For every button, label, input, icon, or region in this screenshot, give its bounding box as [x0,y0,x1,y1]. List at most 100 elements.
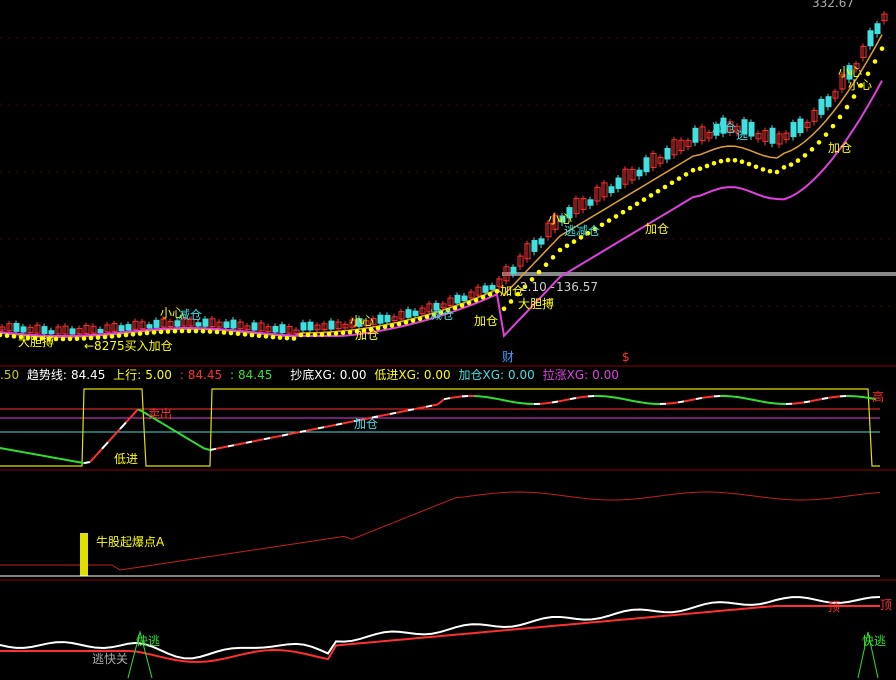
ma-dot [795,158,801,163]
ind-segment [485,396,493,399]
ann-jiacang-1: 加仓 [355,328,380,342]
pane4-white-line [0,596,881,660]
ma-dot [809,147,815,152]
ma-dot [676,176,682,181]
ind-segment [575,396,583,399]
ind-label-jiacang: 加仓 [354,417,379,431]
ind-segment [101,441,109,450]
ma-dot [410,318,416,323]
ind-segment [491,396,499,401]
ma-dot [277,335,283,340]
candle-body [41,326,48,334]
ind-segment [401,409,409,413]
candle-body [377,314,384,324]
candle-body [818,98,825,115]
legend-red-value: 84.45 [187,368,223,382]
ind-segment [449,396,457,400]
ind-segment [5,448,13,452]
legend-xg1-label: 抄底XG: [290,368,336,382]
ann-jiacang-5: 加仓 [500,284,525,298]
ma-dot [4,333,10,338]
ma-dot [501,306,507,312]
ind-segment [641,401,649,405]
candle-body [272,325,279,333]
ma-dot [200,328,206,334]
pane3-label-baodian: 牛股起爆点A [96,535,165,549]
ma-dot [165,329,171,334]
ma-short-line [0,34,883,338]
ind-segment [605,395,613,399]
ma-dot [326,331,332,337]
candle-body [230,319,237,329]
ma-dot [627,205,633,211]
pane4-label-ding-1: 顶 [828,600,841,614]
legend-xg4-label: 拉涨XG: [542,368,589,382]
ind-segment [317,426,325,430]
ma-dot [669,180,675,186]
marker-dollar: $ [622,350,630,364]
ind-segment [323,425,331,429]
ind-segment [731,395,739,399]
ind-segment [83,461,91,465]
ind-segment [755,399,763,403]
ind-segment [863,396,871,400]
ann-jiancang-1: 减仓 [178,308,203,322]
ind-segment [857,395,865,399]
ind-segment [557,399,565,403]
candle-body [202,318,209,327]
ma-dot [844,104,850,110]
ma-dot [557,247,563,253]
ma-dot [186,328,192,334]
ind-segment [311,427,319,431]
ind-segment [65,458,73,462]
ind-segment [377,414,385,418]
ma-dot [130,331,136,337]
ma-dot [781,165,787,170]
candle-body [636,169,643,177]
ma-dot [767,168,773,174]
candle-body [13,323,20,332]
legend-red-label: : [179,368,184,382]
ind-segment [89,454,97,463]
ind-segment [35,453,43,457]
ind-segment [407,408,415,412]
legend-xg1-value: 0.00 [339,368,367,382]
ind-segment [479,395,487,399]
ind-segment [821,396,829,400]
ind-segment [515,401,523,405]
ma-dot [571,239,577,244]
legend-green-label: : [229,368,235,382]
ind-segment [425,404,433,408]
legend-xg3-value: 0.00 [508,368,535,382]
ind-segment [419,405,427,409]
ma-dot [403,320,409,325]
ma-dot [228,330,234,336]
candle-body [615,177,622,189]
ind-segment [521,402,529,405]
ma-dot [179,328,185,334]
ind-segment [239,441,247,445]
ind-segment [503,399,511,403]
ind-segment [683,399,691,403]
ind-segment [0,447,7,451]
ma-dot [746,161,752,167]
price-top-label: 332.67 [812,0,854,10]
candle-body [608,186,615,194]
ma-dot [123,332,129,338]
ma-dot [494,289,500,294]
ma-dot [613,214,619,219]
ind-segment [275,434,283,438]
ind-segment [623,398,631,402]
ma-dot [473,297,479,303]
ind-segment [299,429,307,433]
ma-dot [690,167,696,173]
ma-dot [851,94,857,99]
ind-segment [569,397,577,401]
ma-long-line [0,80,883,338]
ma-dot [788,162,794,167]
ma-dot [725,157,731,163]
candle-body [69,328,76,335]
ind-label-gao: 高 [872,390,885,404]
ind-segment [125,415,133,424]
ind-segment [41,454,49,458]
